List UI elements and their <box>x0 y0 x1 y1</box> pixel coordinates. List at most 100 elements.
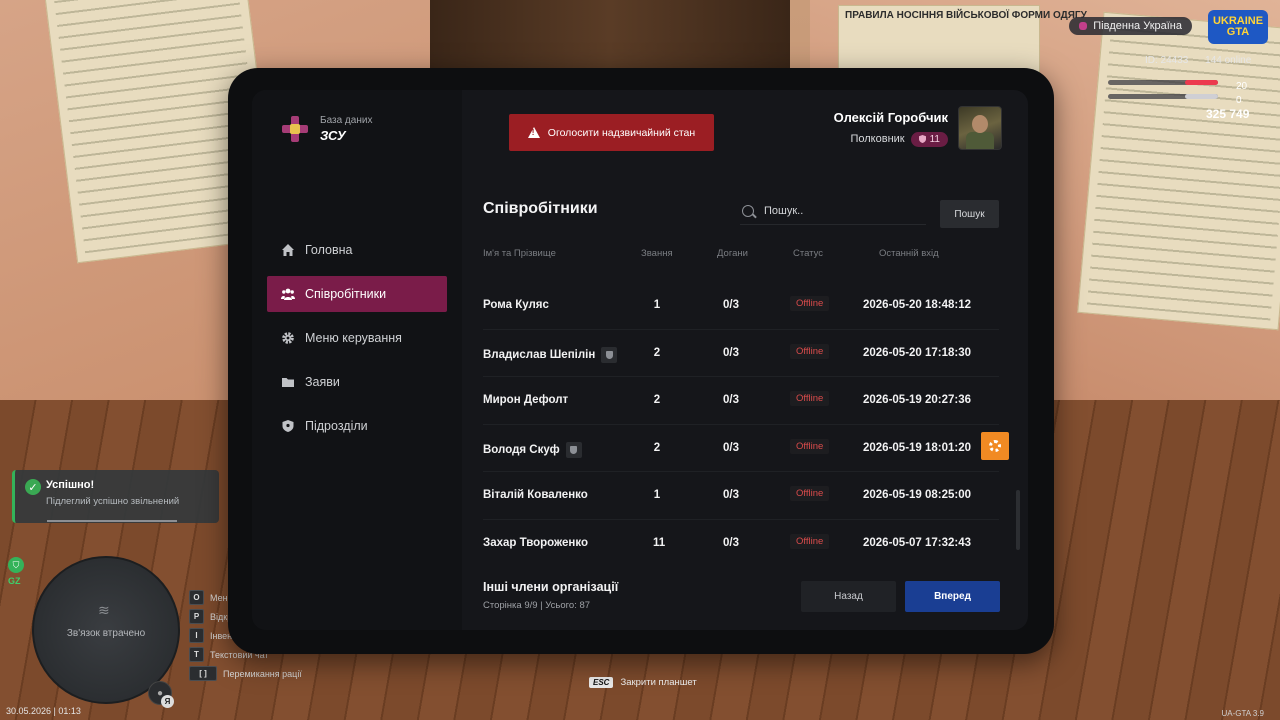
column-header-status: Статус <box>793 248 824 259</box>
next-button[interactable]: Вперед <box>905 581 1000 612</box>
player-stats: ID: 24433 144 online <box>1145 55 1251 66</box>
search-button[interactable]: Пошук <box>940 200 999 228</box>
column-header-name: Ім'я та Прізвище <box>483 248 556 259</box>
employee-name: Владислав Шепілін <box>483 346 618 363</box>
hotkey-key: I <box>189 628 204 643</box>
main-content: Співробітники Пошук Ім'я та Прізвище Зва… <box>462 90 1028 630</box>
table-row[interactable]: Рома Куляс 1 0/3 Offline 2026-05-20 18:4… <box>483 282 999 330</box>
search-icon <box>742 205 754 217</box>
employee-rank: 2 <box>653 394 661 406</box>
sidebar-item-label: Співробітники <box>305 287 387 301</box>
zsu-emblem-icon <box>280 114 310 144</box>
sidebar-item-label: Меню керування <box>305 331 402 345</box>
armor-value: 0 <box>1236 95 1242 106</box>
employee-warnings: 0/3 <box>723 489 739 501</box>
sidebar-item-label: Головна <box>305 243 353 257</box>
status-badge: Offline <box>790 486 830 501</box>
server-logo: UKRAINE GTA <box>1208 10 1268 44</box>
employee-warnings: 0/3 <box>723 346 739 359</box>
region-icon <box>1079 22 1088 30</box>
sidebar-item-home[interactable]: Головна <box>267 232 447 268</box>
employee-name: Захар Твороженко <box>483 536 589 549</box>
region-label: Південна Україна <box>1093 20 1182 32</box>
brand-name: ЗСУ <box>320 128 346 143</box>
table-scrollbar[interactable] <box>1016 490 1020 550</box>
employee-last-login: 2026-05-19 18:01:20 <box>863 441 972 454</box>
poster-title: ПРАВИЛА НОСІННЯ ВІЙСЬКОВОЇ ФОРМИ ОДЯГУ <box>845 10 1087 21</box>
shield-icon: ⛉ <box>8 557 24 573</box>
manage-employee-button[interactable] <box>981 432 1009 460</box>
other-members-title: Інші члени організації <box>483 580 619 594</box>
back-button[interactable]: Назад <box>801 581 896 612</box>
sidebar-item-label: Підрозділи <box>305 419 368 433</box>
sidebar-item-control-menu[interactable]: Меню керування <box>267 320 447 356</box>
minimap-message: Зв'язок втрачено <box>66 628 146 639</box>
sidebar-item-label: Заяви <box>305 375 340 389</box>
employee-last-login: 2026-05-20 18:48:12 <box>863 299 972 311</box>
voice-key-badge: Я <box>161 695 174 708</box>
table-row[interactable]: Мирон Дефолт 2 0/3 Offline 2026-05-19 20… <box>483 377 999 425</box>
employee-name: Віталій Коваленко <box>483 489 588 501</box>
brand-subtitle: База даних <box>320 115 373 126</box>
employee-name: Мирон Дефолт <box>483 394 569 406</box>
region-badge: Південна Україна <box>1069 17 1192 35</box>
employee-rank: 1 <box>653 489 661 501</box>
player-id: ID: 24433 <box>1145 55 1189 66</box>
status-badge: Offline <box>790 343 830 359</box>
status-badge: Offline <box>790 533 830 549</box>
search-input[interactable] <box>762 204 926 218</box>
date-time: 30.05.2026 | 01:13 <box>6 706 81 716</box>
status-badge: Offline <box>790 296 830 311</box>
table-row[interactable]: Володя Скуф 2 0/3 Offline 2026-05-19 18:… <box>483 425 999 472</box>
health-value: 20 <box>1236 81 1248 92</box>
money-display: 325 749 <box>1206 107 1250 121</box>
hotkey-key: P <box>189 609 204 624</box>
column-header-rank: Звання <box>641 248 673 259</box>
employee-rank: 2 <box>653 441 661 454</box>
other-members: Інші члени організації Сторінка 9/9 | Ус… <box>483 580 618 611</box>
status-badge: Offline <box>790 391 830 406</box>
hotkey-label: Перемикання рації <box>223 668 302 679</box>
notification-text: Підлеглий успішно звільнений <box>46 496 180 507</box>
door <box>430 0 790 70</box>
hotkey-key: [ ] <box>189 666 217 681</box>
close-tablet-hint: ESC Закрити планшет <box>589 677 697 688</box>
pagination-info: Сторінка 9/9 | Усього: 87 <box>483 600 591 611</box>
users-icon <box>281 287 295 301</box>
health-bar <box>1108 80 1218 85</box>
esc-key: ESC <box>589 677 614 688</box>
sidebar-item-applications[interactable]: Заяви <box>267 364 447 400</box>
leader-shield-icon <box>601 346 618 363</box>
employee-warnings: 0/3 <box>723 299 739 311</box>
minimap: ≋ Зв'язок втрачено ● Я <box>32 556 180 708</box>
table-header: Ім'я та Прізвище Звання Догани Статус Ос… <box>483 248 999 262</box>
employee-last-login: 2026-05-19 08:25:00 <box>863 489 972 501</box>
employee-warnings: 0/3 <box>723 536 739 549</box>
table-row[interactable]: Віталій Коваленко 1 0/3 Offline 2026-05-… <box>483 472 999 520</box>
status-bars <box>1108 80 1218 108</box>
employee-warnings: 0/3 <box>723 394 739 406</box>
notification-title: Успішно! <box>46 479 95 491</box>
armor-bar <box>1108 94 1218 99</box>
green-zone-indicator: ⛉ GZ <box>8 557 26 586</box>
page-title: Співробітники <box>483 200 598 217</box>
gear-icon <box>989 440 1001 452</box>
status-badge: Offline <box>790 438 830 454</box>
online-count: 144 online <box>1205 55 1252 66</box>
table-row[interactable]: Захар Твороженко 11 0/3 Offline 2026-05-… <box>483 520 999 567</box>
tablet: База даних ЗСУ Головна Співробітники Мен… <box>228 68 1054 654</box>
sidebar-item-employees[interactable]: Співробітники <box>267 276 447 312</box>
employee-last-login: 2026-05-20 17:18:30 <box>863 346 972 359</box>
shield-icon <box>281 419 295 433</box>
game-version: UA-GTA 3.9 <box>1221 709 1264 718</box>
search-box <box>740 198 926 225</box>
sidebar-nav: Головна Співробітники Меню керування Зая… <box>267 232 447 452</box>
sidebar: База даних ЗСУ Головна Співробітники Мен… <box>252 90 462 630</box>
employee-last-login: 2026-05-19 20:27:36 <box>863 394 972 406</box>
sidebar-item-units[interactable]: Підрозділи <box>267 408 447 444</box>
notification-progress <box>47 520 177 522</box>
table-row[interactable]: Владислав Шепілін 2 0/3 Offline 2026-05-… <box>483 330 999 377</box>
folder-icon <box>281 375 295 389</box>
hotkey-key: O <box>189 590 204 605</box>
employee-rank: 1 <box>653 299 661 311</box>
